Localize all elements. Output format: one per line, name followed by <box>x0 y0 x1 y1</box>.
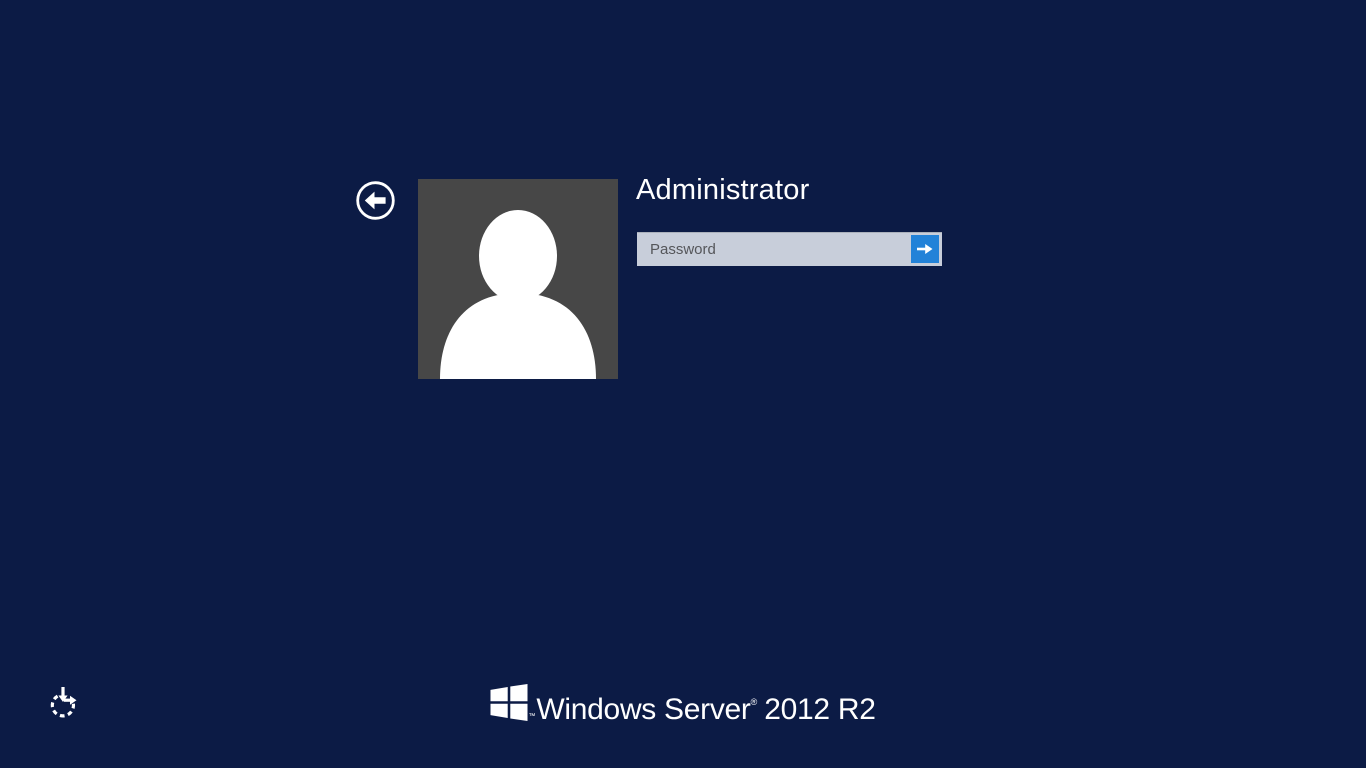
password-input[interactable] <box>637 232 911 266</box>
user-avatar <box>418 179 618 379</box>
user-name: Administrator <box>636 174 810 206</box>
password-row <box>637 232 942 266</box>
submit-button[interactable] <box>911 235 939 263</box>
windows-logo-icon: ™ <box>490 684 535 721</box>
registered-symbol: ® <box>750 697 758 707</box>
back-button[interactable] <box>355 180 396 221</box>
brand-text: Windows Server® 2012 R2 <box>536 684 875 728</box>
logon-screen: Administrator ™ Windows Server® 2012 R2 <box>0 0 1366 768</box>
brand-name: Windows Server <box>536 693 751 726</box>
branding: ™ Windows Server® 2012 R2 <box>0 684 1366 728</box>
person-silhouette-icon <box>418 179 618 379</box>
back-arrow-icon <box>355 180 396 221</box>
arrow-right-icon <box>913 237 937 261</box>
brand-version: 2012 R2 <box>764 693 876 726</box>
trademark-symbol: ™ <box>528 713 536 720</box>
